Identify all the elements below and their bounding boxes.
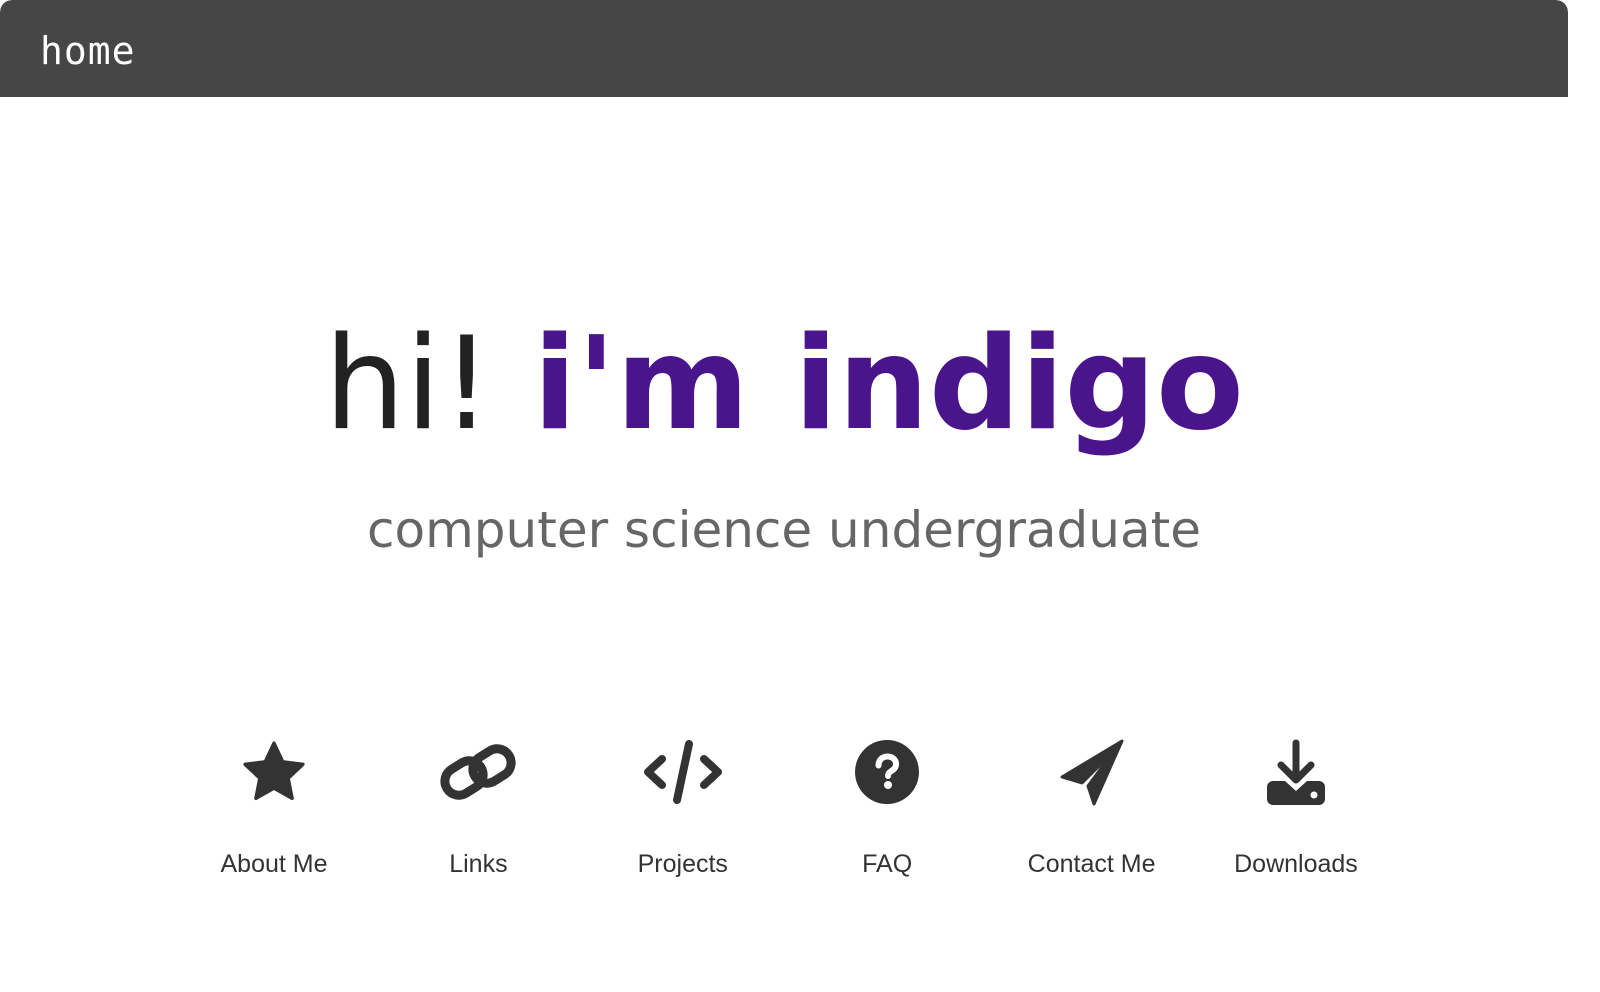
hero-title: hi! i'm indigo: [0, 300, 1568, 470]
window-titlebar[interactable]: home: [0, 0, 1568, 97]
nav-label-faq: FAQ: [862, 850, 913, 878]
nav-item-about-me[interactable]: About Me: [172, 730, 376, 900]
question-circle-icon: [845, 730, 929, 814]
window-title: home: [40, 29, 136, 73]
code-icon: [641, 730, 725, 814]
app-window: home hi! i'm indigo computer science und…: [0, 0, 1568, 992]
nav-item-links[interactable]: Links: [376, 730, 580, 900]
hero-section: hi! i'm indigo: [0, 300, 1568, 470]
hero-subtitle: computer science undergraduate: [367, 501, 1201, 559]
paper-plane-icon: [1050, 730, 1134, 814]
download-icon: [1254, 730, 1338, 814]
link-icon: [436, 730, 520, 814]
nav-item-projects[interactable]: Projects: [581, 730, 785, 900]
nav-label-downloads: Downloads: [1234, 850, 1358, 878]
star-icon: [232, 730, 316, 814]
nav-label-projects: Projects: [637, 850, 728, 878]
nav-label-contact-me: Contact Me: [1027, 850, 1156, 878]
hero-greeting: hi!: [324, 310, 493, 459]
nav-item-contact-me[interactable]: Contact Me: [990, 730, 1194, 900]
nav-label-about-me: About Me: [220, 850, 328, 878]
hero-name: i'm indigo: [532, 310, 1244, 459]
nav-label-links: Links: [449, 850, 508, 878]
main-nav: About Me Links Projects FAQ Contact Me D…: [172, 730, 1398, 900]
nav-item-faq[interactable]: FAQ: [785, 730, 989, 900]
nav-item-downloads[interactable]: Downloads: [1194, 730, 1398, 900]
